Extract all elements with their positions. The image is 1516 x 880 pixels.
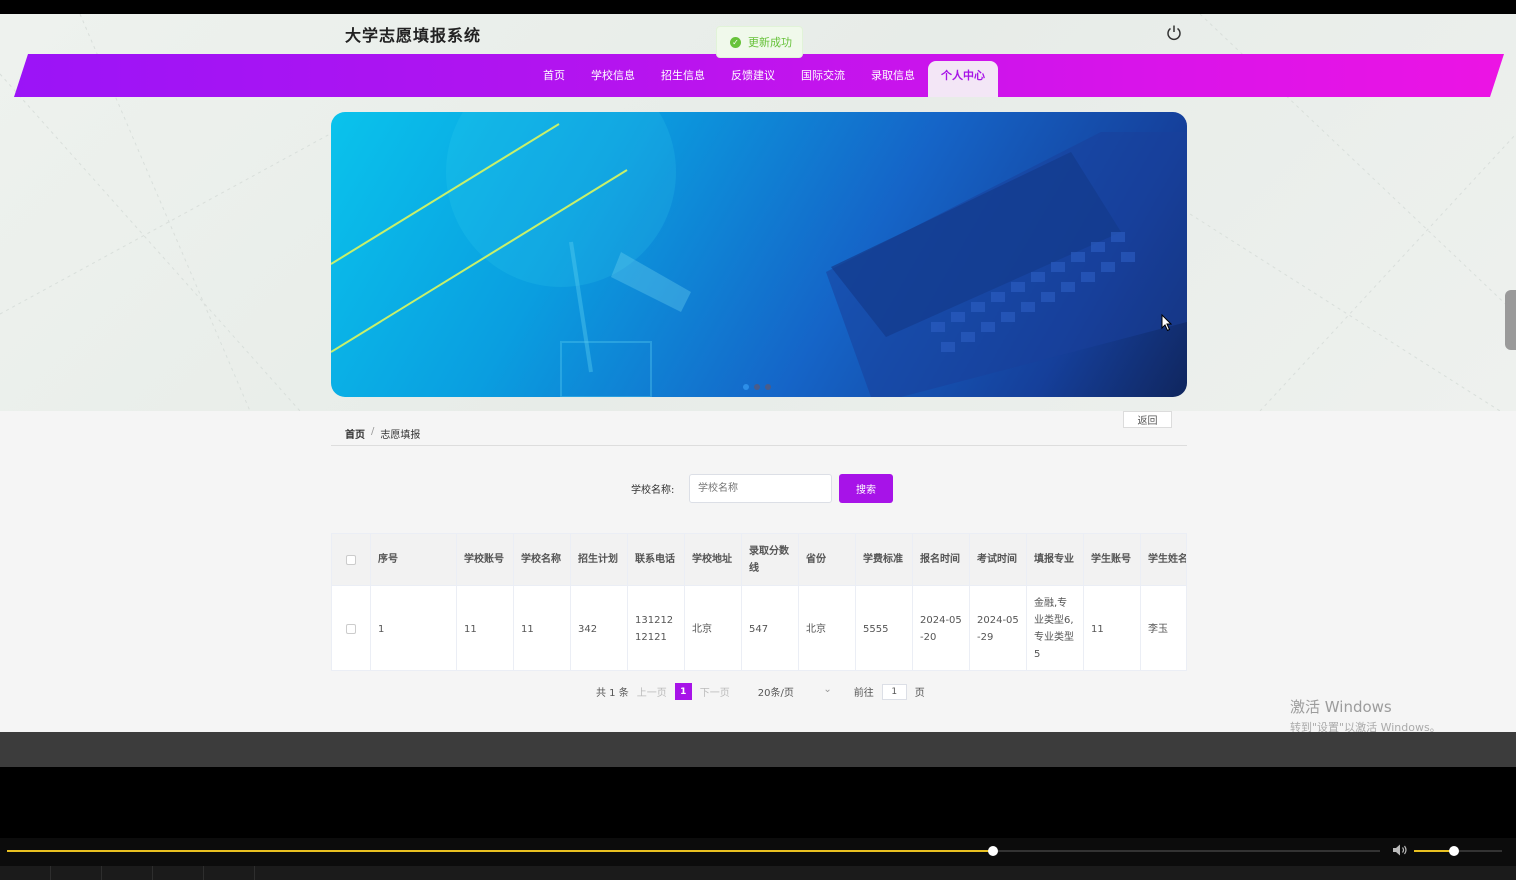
goto-page-input[interactable]: 1 <box>881 683 907 700</box>
banner-illustration <box>331 112 1187 397</box>
table-row: 1 11 11 342 13121212121 北京 547 北京 5555 2024-05-20… <box>332 586 1186 670</box>
watermark-line1: 激活 Windows <box>1290 698 1392 716</box>
column-header: 联系电话 <box>628 534 685 585</box>
windows-activation-watermark: 激活 Windows 转到"设置"以激活 Windows。 <box>1290 696 1441 732</box>
column-header: 学费标准 <box>856 534 913 585</box>
carousel-dot[interactable] <box>754 384 760 390</box>
pagination-total: 共 1 条 <box>596 688 629 699</box>
table-cell: 11 <box>457 586 514 670</box>
page-footer-bar <box>0 732 1516 767</box>
table-cell: 5555 <box>856 586 913 670</box>
table-header: 序号 学校账号 学校名称 招生计划 联系电话 学校地址 录取分数线 省份 学费标准 报名时间 考试时… <box>332 534 1186 586</box>
table-cell: 11 <box>514 586 571 670</box>
table-cell: 547 <box>742 586 799 670</box>
browser-page: 大学志愿填报系统 ✓ 更新成功 首页 学校信息 招生信息 反馈建议 国际交流 录取信息 个人… <box>0 14 1516 732</box>
table-cell: 1 <box>371 586 457 670</box>
table-cell: 北京 <box>685 586 742 670</box>
carousel-dot[interactable] <box>765 384 771 390</box>
column-header: 省份 <box>799 534 856 585</box>
page-number-current[interactable]: 1 <box>674 683 692 700</box>
volume-knob[interactable] <box>1449 846 1459 856</box>
column-header: 学校名称 <box>514 534 571 585</box>
column-header: 填报专业 <box>1027 534 1084 585</box>
row-checkbox[interactable] <box>346 624 356 634</box>
taskbar-item[interactable] <box>204 866 255 880</box>
screen: 大学志愿填报系统 ✓ 更新成功 首页 学校信息 招生信息 反馈建议 国际交流 录取信息 个人… <box>0 0 1516 880</box>
prev-page-button[interactable]: 上一页 <box>637 684 667 699</box>
volume-fill <box>1414 850 1454 852</box>
check-circle-icon: ✓ <box>730 36 741 48</box>
table-cell: 北京 <box>799 586 856 670</box>
breadcrumb: 首页 / 志愿填报 <box>345 426 420 441</box>
nav-item-0[interactable]: 首页 <box>530 58 578 94</box>
carousel-banner[interactable] <box>331 112 1187 397</box>
taskbar-item[interactable] <box>0 866 51 880</box>
chevron-down-icon: ⌄ <box>823 684 832 695</box>
page-suffix: 页 <box>914 688 925 699</box>
breadcrumb-home[interactable]: 首页 <box>345 426 365 441</box>
taskbar-item[interactable] <box>51 866 102 880</box>
school-name-input[interactable] <box>689 474 832 503</box>
main-nav: 首页 学校信息 招生信息 反馈建议 国际交流 录取信息 个人中心 <box>0 54 1516 97</box>
column-header: 招生计划 <box>571 534 628 585</box>
breadcrumb-current: 志愿填报 <box>380 430 421 441</box>
carousel-dots <box>743 384 771 390</box>
progress-fill <box>7 850 993 852</box>
toast-message: 更新成功 <box>748 36 792 49</box>
next-page-button[interactable]: 下一页 <box>700 684 730 699</box>
progress-knob[interactable] <box>988 846 998 856</box>
breadcrumb-divider <box>331 445 1187 446</box>
data-table: 序号 学校账号 学校名称 招生计划 联系电话 学校地址 录取分数线 省份 学费标准 报名时间 考试时… <box>331 533 1187 671</box>
page-size-value: 20条/页 <box>757 688 794 699</box>
taskbar-item[interactable] <box>102 866 153 880</box>
back-button[interactable]: 返回 <box>1123 411 1172 428</box>
column-header: 报名时间 <box>913 534 970 585</box>
breadcrumb-separator: / <box>371 426 375 437</box>
carousel-dot[interactable] <box>743 384 749 390</box>
table-cell: 李玉 <box>1141 586 1186 670</box>
table-cell: 342 <box>571 586 628 670</box>
window-top-bar <box>0 0 1516 14</box>
table-cell: 13121212121 <box>628 586 685 670</box>
column-header: 学校账号 <box>457 534 514 585</box>
table-cell: 2024-05-29 <box>970 586 1027 670</box>
column-header: 考试时间 <box>970 534 1027 585</box>
site-title: 大学志愿填报系统 <box>345 26 482 45</box>
table-cell: 金融,专业类型6,专业类型5 <box>1027 586 1084 670</box>
taskbar <box>0 866 1516 880</box>
goto-label: 前往 <box>853 688 874 699</box>
side-panel-handle[interactable] <box>1505 290 1516 350</box>
mouse-cursor-icon <box>1161 314 1173 332</box>
search-button[interactable]: 搜索 <box>839 474 893 503</box>
row-checkbox-cell <box>332 586 371 670</box>
success-toast: ✓ 更新成功 <box>716 26 803 58</box>
table-cell: 11 <box>1084 586 1141 670</box>
volume-icon[interactable] <box>1392 843 1408 857</box>
nav-item-6[interactable]: 个人中心 <box>928 61 998 97</box>
table-cell: 2024-05-20 <box>913 586 970 670</box>
column-header: 学生姓名 <box>1141 534 1186 585</box>
search-label: 学校名称: <box>631 485 675 496</box>
column-header: 录取分数线 <box>742 534 799 585</box>
nav-item-2[interactable]: 招生信息 <box>648 58 718 94</box>
page-size-select[interactable]: 20条/页 ⌄ <box>758 684 832 699</box>
select-all-checkbox-cell <box>332 534 371 585</box>
select-all-checkbox[interactable] <box>346 554 356 565</box>
pagination: 共 1 条 上一页 1 下一页 20条/页 ⌄ 前往 1 页 <box>596 683 925 700</box>
watermark-line2: 转到"设置"以激活 Windows。 <box>1290 721 1441 732</box>
nav-item-3[interactable]: 反馈建议 <box>718 58 788 94</box>
power-icon[interactable] <box>1164 23 1184 43</box>
column-header: 学校地址 <box>685 534 742 585</box>
nav-item-4[interactable]: 国际交流 <box>788 58 858 94</box>
nav-item-5[interactable]: 录取信息 <box>858 58 928 94</box>
main-content: 返回 首页 / 志愿填报 学校名称: 搜索 序号学校账号学校名称招生计划联系电话… <box>0 411 1516 732</box>
column-header: 学生账号 <box>1084 534 1141 585</box>
column-header: 序号 <box>371 534 457 585</box>
taskbar-item[interactable] <box>153 866 204 880</box>
nav-item-1[interactable]: 学校信息 <box>578 58 648 94</box>
